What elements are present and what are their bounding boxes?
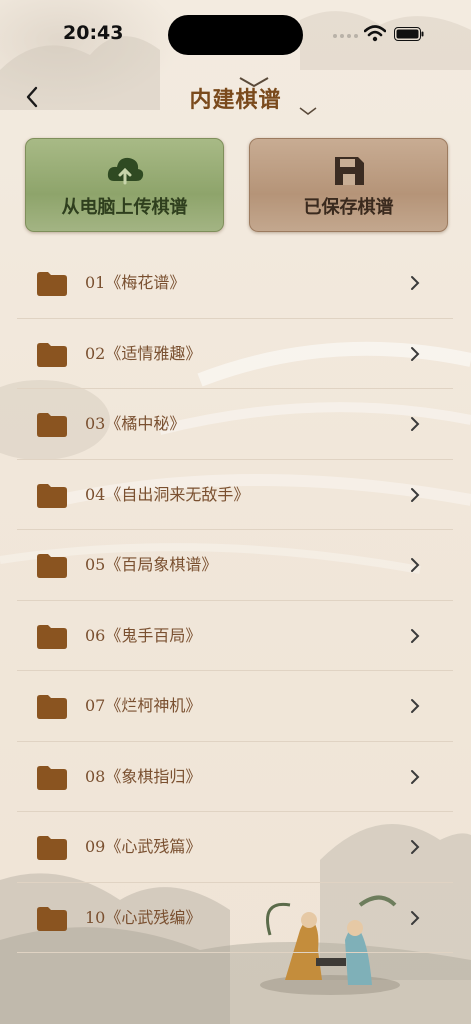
status-bar: 20:43 — [0, 0, 471, 64]
upload-from-computer-button[interactable]: 从电脑上传棋谱 — [25, 138, 224, 232]
saved-label: 已保存棋谱 — [303, 197, 394, 218]
list-item[interactable]: 07《烂柯神机》 — [17, 671, 453, 742]
folder-icon — [37, 836, 67, 860]
manual-list: 01《梅花谱》 02《适情雅趣》 03《橘中秘》 04《自出洞来无敌手》 05《… — [17, 248, 453, 953]
cloud-upload-icon — [107, 157, 143, 185]
folder-icon — [37, 765, 67, 790]
folder-icon — [37, 554, 67, 578]
chevron-right-icon — [411, 699, 420, 713]
list-item-label: 01《梅花谱》 — [85, 273, 186, 292]
list-item-label: 03《橘中秘》 — [85, 414, 186, 433]
folder-icon — [37, 272, 67, 296]
list-item[interactable]: 05《百局象棋谱》 — [17, 530, 453, 601]
chevron-right-icon — [411, 346, 420, 361]
folder-icon — [37, 342, 67, 367]
upload-label: 从电脑上传棋谱 — [61, 197, 188, 218]
battery-icon — [394, 27, 424, 41]
list-item-label: 04《自出洞来无敌手》 — [85, 484, 250, 504]
folder-icon — [37, 413, 67, 437]
folder-icon — [37, 906, 67, 931]
folder-icon — [37, 483, 67, 508]
folder-icon — [37, 695, 67, 719]
list-item[interactable]: 10《心武残编》 — [17, 883, 453, 953]
list-item[interactable]: 02《适情雅趣》 — [17, 319, 453, 389]
chevron-right-icon — [411, 487, 420, 502]
list-item[interactable]: 01《梅花谱》 — [17, 248, 453, 319]
floppy-disk-icon — [334, 157, 364, 185]
list-item[interactable]: 03《橘中秘》 — [17, 389, 453, 460]
chevron-right-icon — [411, 628, 420, 643]
folder-icon — [37, 624, 67, 649]
dynamic-island — [168, 15, 303, 55]
list-item-label: 10《心武残编》 — [85, 907, 202, 927]
wifi-icon — [364, 25, 386, 42]
list-item[interactable]: 08《象棋指归》 — [17, 742, 453, 812]
list-item[interactable]: 06《鬼手百局》 — [17, 601, 453, 671]
status-time: 20:43 — [63, 22, 124, 44]
chevron-right-icon — [411, 276, 420, 290]
list-item-label: 07《烂柯神机》 — [85, 696, 202, 715]
chevron-right-icon — [411, 840, 420, 854]
chevron-right-icon — [411, 417, 420, 431]
chevron-right-icon — [411, 769, 420, 784]
saved-manuals-button[interactable]: 已保存棋谱 — [249, 138, 448, 232]
list-item[interactable]: 04《自出洞来无敌手》 — [17, 460, 453, 530]
chevron-right-icon — [411, 558, 420, 572]
signal-dots-icon — [333, 34, 359, 38]
page-title: 内建棋谱 — [189, 87, 282, 113]
chevron-right-icon — [411, 910, 420, 925]
list-item-label: 09《心武残篇》 — [85, 837, 202, 856]
list-item-label: 02《适情雅趣》 — [85, 343, 202, 363]
list-item-label: 05《百局象棋谱》 — [85, 555, 218, 574]
list-item-label: 06《鬼手百局》 — [85, 625, 202, 645]
list-item[interactable]: 09《心武残篇》 — [17, 812, 453, 883]
list-item-label: 08《象棋指归》 — [85, 766, 202, 786]
